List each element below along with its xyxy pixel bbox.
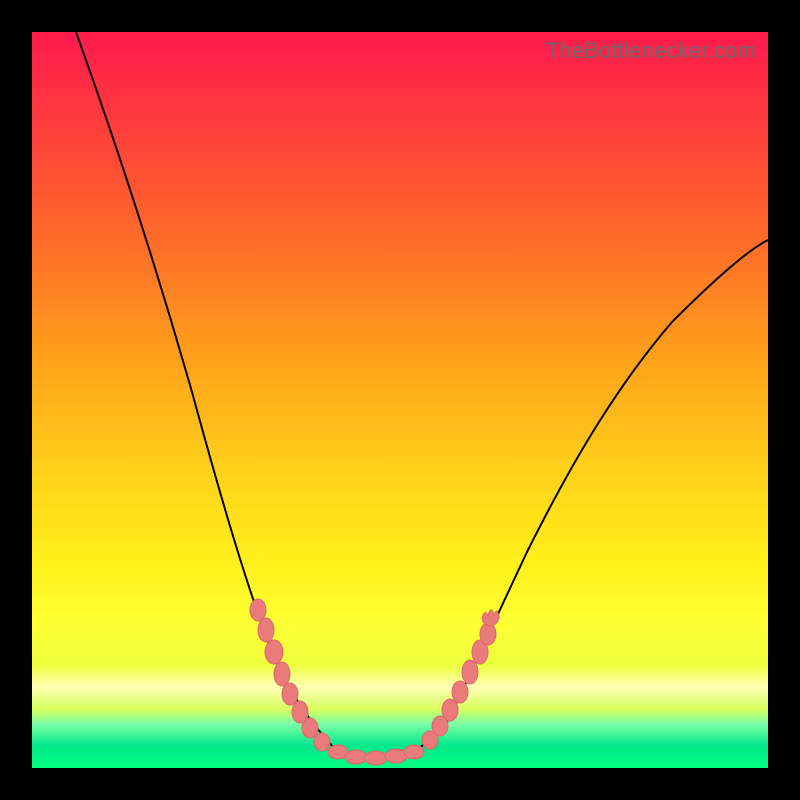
- marker-cluster: [250, 599, 499, 765]
- curve-path: [76, 32, 768, 758]
- bottleneck-curve: [32, 32, 768, 768]
- chart-frame: TheBottlenecker.com: [0, 0, 800, 800]
- plot-area: TheBottlenecker.com: [32, 32, 768, 768]
